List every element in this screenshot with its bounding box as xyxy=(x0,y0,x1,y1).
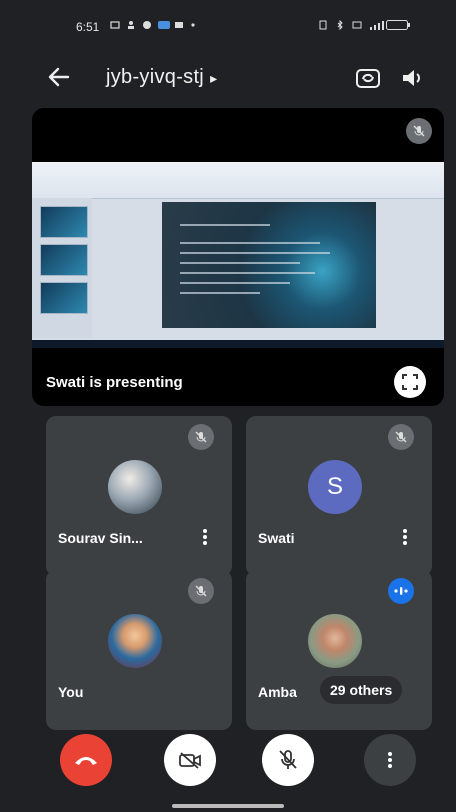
avatar xyxy=(308,614,362,668)
switch-camera-icon xyxy=(356,69,380,88)
message-icon xyxy=(174,19,184,29)
more-vert-icon xyxy=(403,529,407,545)
audio-level-icon xyxy=(394,587,408,595)
windows-taskbar xyxy=(32,340,444,348)
status-bar: 6:51 xyxy=(0,0,456,40)
mic-off-icon xyxy=(413,125,425,137)
participant-name: Amba xyxy=(258,684,297,700)
meeting-header: jyb-yivq-stj ▸ xyxy=(0,52,456,104)
cast-icon xyxy=(110,19,120,29)
fullscreen-button[interactable] xyxy=(394,366,426,398)
participant-name: Sourav Sin... xyxy=(58,530,143,546)
participant-tile[interactable]: Sourav Sin... xyxy=(46,416,232,576)
status-time: 6:51 xyxy=(76,20,100,34)
participant-menu-button[interactable] xyxy=(398,526,412,548)
avatar-initial: S xyxy=(308,460,362,514)
back-button[interactable] xyxy=(46,64,72,90)
pinterest-icon xyxy=(142,19,152,29)
mic-off-icon xyxy=(195,431,207,443)
caret-right-icon: ▸ xyxy=(210,70,218,86)
avatar xyxy=(108,460,162,514)
participant-tile[interactable]: Amba 29 others xyxy=(246,570,432,730)
muted-badge xyxy=(188,578,214,604)
shared-slide xyxy=(162,202,376,328)
meeting-code: jyb-yivq-stj xyxy=(106,66,205,88)
dot-icon xyxy=(190,19,200,29)
others-count-pill[interactable]: 29 others xyxy=(320,676,403,704)
video-off-icon xyxy=(179,752,201,769)
presentation-muted-badge xyxy=(406,118,432,144)
switch-camera-button[interactable] xyxy=(354,64,382,92)
participant-name: You xyxy=(58,684,84,700)
volte-icon xyxy=(352,19,362,29)
mic-off-icon xyxy=(279,750,297,769)
home-indicator[interactable] xyxy=(172,804,284,808)
people-icon xyxy=(126,19,136,29)
participant-tile[interactable]: S Swati xyxy=(246,416,432,576)
status-notification-icons xyxy=(110,19,200,29)
battery-icon xyxy=(386,19,410,30)
more-vert-icon xyxy=(203,529,207,545)
muted-badge xyxy=(188,424,214,450)
participant-menu-button[interactable] xyxy=(198,526,212,548)
mic-off-icon xyxy=(195,585,207,597)
meet-icon xyxy=(158,19,170,29)
avatar xyxy=(108,614,162,668)
fullscreen-icon xyxy=(402,374,418,390)
end-call-button[interactable] xyxy=(60,734,112,786)
volume-icon xyxy=(403,70,420,86)
shared-screen xyxy=(32,162,444,348)
participant-name: Swati xyxy=(258,530,295,546)
status-system-icons xyxy=(318,19,410,31)
muted-badge xyxy=(388,424,414,450)
camera-toggle-button[interactable] xyxy=(164,734,216,786)
signal-icon xyxy=(369,19,384,30)
meeting-code-button[interactable]: jyb-yivq-stj ▸ xyxy=(106,66,217,89)
call-controls xyxy=(0,734,456,796)
mic-toggle-button[interactable] xyxy=(262,734,314,786)
mic-off-icon xyxy=(395,431,407,443)
more-vert-icon xyxy=(388,752,392,768)
presenting-label: Swati is presenting xyxy=(46,374,183,391)
participant-tile[interactable]: You xyxy=(46,570,232,730)
bluetooth-icon xyxy=(335,19,345,31)
speaker-button[interactable] xyxy=(398,64,426,92)
arrow-back-icon xyxy=(48,67,70,87)
speaking-indicator xyxy=(388,578,414,604)
slide-thumbnails xyxy=(32,198,92,338)
presentation-tile[interactable]: Swati is presenting xyxy=(32,108,444,406)
vibrate-icon xyxy=(318,19,328,30)
app-ribbon xyxy=(32,162,444,199)
more-options-button[interactable] xyxy=(364,734,416,786)
phone-hangup-icon xyxy=(75,757,97,765)
